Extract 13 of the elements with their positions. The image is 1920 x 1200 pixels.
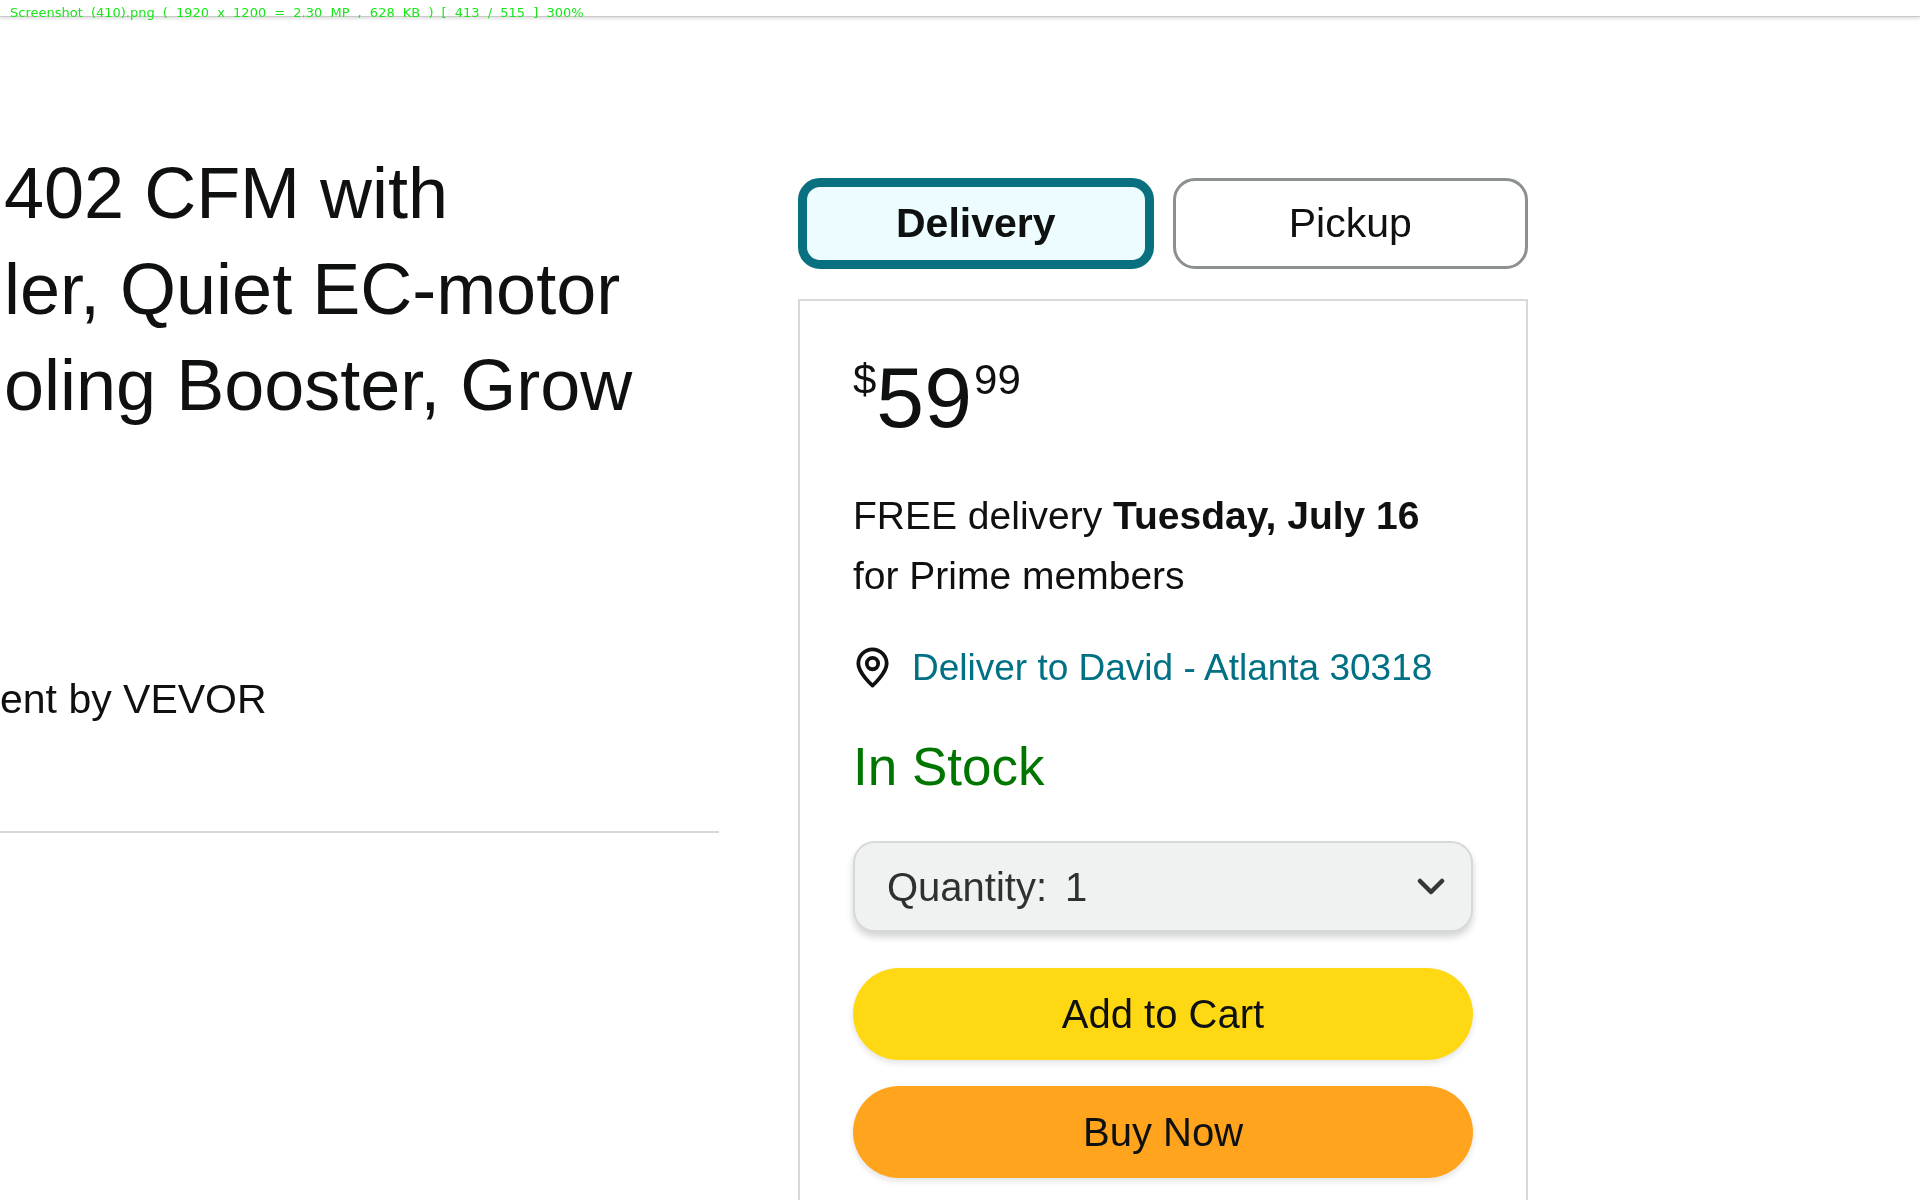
add-to-cart-button[interactable]: Add to Cart <box>853 968 1473 1060</box>
delivery-message: FREE delivery Tuesday, July 16 for Prime members <box>853 493 1421 599</box>
viewer-caption: Screenshot (410).png ( 1920 x 1200 = 2.30 MP , 628 KB ) [ 413 / 515 ] 300% <box>10 5 584 20</box>
quantity-dropdown[interactable]: Quantity: 1 <box>853 841 1473 932</box>
fulfillment-tab[interactable]: Delivery <box>798 178 1154 269</box>
location-pin-icon <box>853 647 892 688</box>
buy-now-button[interactable]: Buy Now <box>853 1086 1473 1178</box>
deliver-to-link[interactable]: Deliver to David - Atlanta 30318 <box>912 645 1433 690</box>
chevron-down-icon <box>1417 877 1445 896</box>
brand-byline: ent by VEVOR <box>0 676 267 722</box>
fulfillment-tab[interactable]: Pickup <box>1172 178 1528 269</box>
availability-status: In Stock <box>853 737 1045 796</box>
product-title: 402 CFM with ler, Quiet EC-motor oling Booster, Grow <box>3 152 633 427</box>
